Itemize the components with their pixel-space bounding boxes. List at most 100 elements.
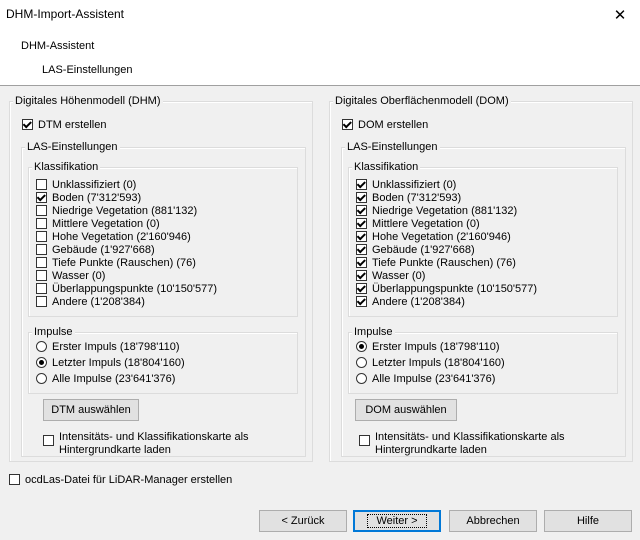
dom-impulse-radio (356, 357, 367, 368)
dtm-class-label: Andere (1'208'384) (52, 295, 145, 308)
dtm-impulse-item[interactable]: Letzter Impuls (18'804'160) (36, 356, 185, 369)
dom-class-item[interactable]: Überlappungspunkte (10'150'577) (356, 282, 537, 295)
window-title: DHM-Import-Assistent (6, 7, 125, 21)
dom-impulse-item[interactable]: Alle Impulse (23'641'376) (356, 372, 495, 385)
dom-class-item[interactable]: Boden (7'312'593) (356, 191, 461, 204)
dom-klass-group: Klassifikation Unklassifiziert (0) Boden … (348, 160, 618, 317)
dtm-impulse-item[interactable]: Erster Impuls (18'798'110) (36, 340, 180, 353)
dtm-class-label: Hohe Vegetation (2'160'946) (52, 230, 191, 243)
dom-class-item[interactable]: Hohe Vegetation (2'160'946) (356, 230, 511, 243)
dtm-class-item[interactable]: Hohe Vegetation (2'160'946) (36, 230, 191, 243)
dtm-impulse-item[interactable]: Alle Impulse (23'641'376) (36, 372, 175, 385)
dom-class-label: Unklassifiziert (0) (372, 178, 457, 191)
dom-impulse-group: Impulse Erster Impuls (18'798'110) Letzte… (348, 325, 618, 394)
dom-impulse-label: Alle Impulse (23'641'376) (372, 372, 496, 385)
dom-impulse-item[interactable]: Letzter Impuls (18'804'160) (356, 356, 505, 369)
dtm-class-item[interactable]: Unklassifiziert (0) (36, 178, 136, 191)
dom-class-box (356, 205, 367, 216)
dtm-las-label: LAS-Einstellungen (25, 140, 120, 154)
dtm-class-item[interactable]: Mittlere Vegetation (0) (36, 217, 160, 230)
dtm-class-item[interactable]: Wasser (0) (36, 269, 105, 282)
dom-create-checkbox[interactable]: DOM erstellen (342, 118, 428, 131)
dtm-group-label: Digitales Höhenmodell (DHM) (13, 94, 163, 108)
dtm-class-label: Wasser (0) (52, 269, 106, 282)
dtm-class-item[interactable]: Tiefe Punkte (Rauschen) (76) (36, 256, 196, 269)
dtm-impulse-radio (36, 357, 47, 368)
dtm-class-item[interactable]: Gebäude (1'927'668) (36, 243, 155, 256)
dom-class-label: Andere (1'208'384) (372, 295, 465, 308)
dom-class-item[interactable]: Niedrige Vegetation (881'132) (356, 204, 517, 217)
wizard-title: DHM-Assistent (21, 40, 95, 52)
dom-select-label: DOM auswählen (365, 404, 447, 416)
dtm-class-box (36, 231, 47, 242)
dtm-bg-map-checkbox[interactable]: Intensitäts- und Klassifikationskarte al… (43, 431, 293, 457)
back-label: < Zurück (281, 515, 325, 527)
dtm-bg-map-label: Intensitäts- und Klassifikationskarte al… (59, 431, 249, 456)
dtm-create-box (22, 119, 33, 130)
dom-class-item[interactable]: Gebäude (1'927'668) (356, 243, 475, 256)
dtm-class-box (36, 296, 47, 307)
dtm-impulse-label: Alle Impulse (23'641'376) (52, 372, 176, 385)
dom-class-item[interactable]: Unklassifiziert (0) (356, 178, 456, 191)
dom-select-button[interactable]: DOM auswählen (355, 399, 457, 421)
dom-create-label: DOM erstellen (358, 118, 429, 131)
dtm-class-label: Gebäude (1'927'668) (52, 243, 155, 256)
dtm-class-item[interactable]: Überlappungspunkte (10'150'577) (36, 282, 217, 295)
dtm-class-label: Tiefe Punkte (Rauschen) (76) (52, 256, 196, 269)
dom-bg-map-checkbox[interactable]: Intensitäts- und Klassifikationskarte al… (359, 431, 614, 457)
dtm-class-box (36, 192, 47, 203)
dom-group-label: Digitales Oberflächenmodell (DOM) (333, 94, 511, 108)
dtm-class-box (36, 270, 47, 281)
ocdlas-checkbox[interactable]: ocdLas-Datei für LiDAR-Manager erstellen (9, 473, 232, 486)
dtm-create-checkbox[interactable]: DTM erstellen (22, 118, 106, 131)
dtm-class-item[interactable]: Boden (7'312'593) (36, 191, 141, 204)
dom-class-box (356, 296, 367, 307)
dtm-select-button[interactable]: DTM auswählen (43, 399, 139, 421)
dtm-impulse-radio (36, 341, 47, 352)
dom-class-item[interactable]: Andere (1'208'384) (356, 295, 465, 308)
dtm-impulse-label: Impulse (32, 325, 75, 339)
dom-impulse-label: Letzter Impuls (18'804'160) (372, 356, 505, 369)
dtm-class-box (36, 179, 47, 190)
dom-class-item[interactable]: Tiefe Punkte (Rauschen) (76) (356, 256, 516, 269)
title-bar: DHM-Import-Assistent ✕ (0, 0, 640, 30)
dom-bg-map-label: Intensitäts- und Klassifikationskarte al… (375, 431, 565, 456)
dom-las-group: LAS-Einstellungen Klassifikation Unklass… (341, 140, 626, 457)
dtm-class-item[interactable]: Andere (1'208'384) (36, 295, 145, 308)
dom-class-label: Hohe Vegetation (2'160'946) (372, 230, 511, 243)
dom-impulse-radio (356, 373, 367, 384)
dom-class-label: Tiefe Punkte (Rauschen) (76) (372, 256, 516, 269)
dom-class-box (356, 244, 367, 255)
dtm-class-label: Niedrige Vegetation (881'132) (52, 204, 198, 217)
next-button[interactable]: Weiter > (353, 510, 441, 532)
dom-las-label: LAS-Einstellungen (345, 140, 440, 154)
dom-bg-map-box (359, 435, 370, 446)
dtm-class-item[interactable]: Niedrige Vegetation (881'132) (36, 204, 197, 217)
help-button[interactable]: Hilfe (544, 510, 632, 532)
dtm-klass-group: Klassifikation Unklassifiziert (0) Boden … (28, 160, 298, 317)
dtm-class-box (36, 257, 47, 268)
help-label: Hilfe (576, 515, 599, 527)
cancel-label: Abbrechen (466, 515, 520, 527)
dtm-class-label: Überlappungspunkte (10'150'577) (52, 282, 218, 295)
dom-impulse-item[interactable]: Erster Impuls (18'798'110) (356, 340, 500, 353)
dom-class-item[interactable]: Wasser (0) (356, 269, 425, 282)
dtm-bg-map-box (43, 435, 54, 446)
dom-class-label: Überlappungspunkte (10'150'577) (372, 282, 538, 295)
dom-class-box (356, 257, 367, 268)
close-icon[interactable]: ✕ (600, 0, 640, 30)
dom-impulse-label: Impulse (352, 325, 395, 339)
dtm-las-group: LAS-Einstellungen Klassifikation Unklass… (21, 140, 306, 457)
dtm-class-box (36, 205, 47, 216)
dom-impulse-label: Erster Impuls (18'798'110) (372, 340, 500, 353)
dtm-klass-label: Klassifikation (32, 160, 101, 174)
wizard-subtitle: LAS-Einstellungen (42, 64, 133, 76)
dom-create-box (342, 119, 353, 130)
dom-class-box (356, 283, 367, 294)
dom-class-box (356, 218, 367, 229)
cancel-button[interactable]: Abbrechen (449, 510, 537, 532)
dtm-class-box (36, 283, 47, 294)
dom-class-label: Niedrige Vegetation (881'132) (372, 204, 518, 217)
dom-class-item[interactable]: Mittlere Vegetation (0) (356, 217, 480, 230)
back-button[interactable]: < Zurück (259, 510, 347, 532)
